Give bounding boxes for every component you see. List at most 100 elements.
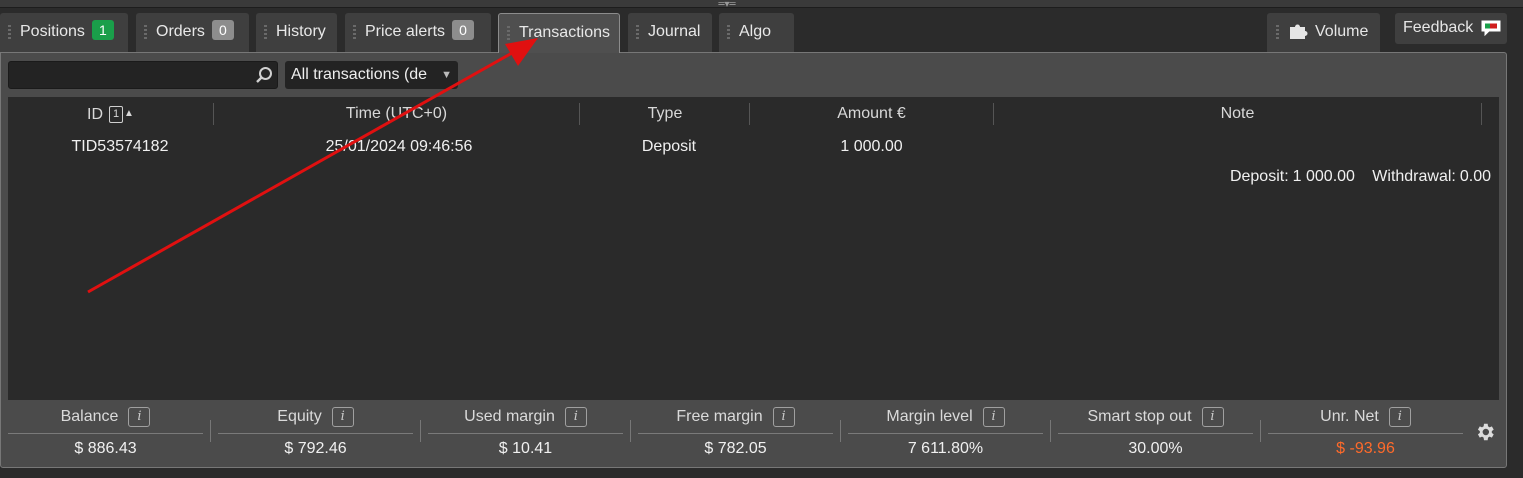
stat-divider [1268, 433, 1463, 434]
stat-divider [638, 433, 833, 434]
stat-separator [420, 420, 421, 442]
stat-label: Balance [60, 408, 119, 425]
price-alerts-count-badge: 0 [452, 20, 475, 40]
column-header-time[interactable]: Time (UTC+0) [214, 97, 579, 131]
drag-grip-icon [636, 25, 639, 41]
sort-ascending-icon: ▲ [124, 108, 134, 119]
positions-count-badge: 1 [91, 20, 114, 40]
cell-type[interactable]: Deposit [580, 136, 758, 158]
drag-grip-icon [264, 25, 267, 41]
stat-smart-stop-out: Smart stop out i 30.00% [1058, 403, 1253, 461]
tab-transactions[interactable]: Transactions [498, 13, 620, 53]
puzzle-icon [1290, 24, 1308, 39]
gear-icon[interactable] [1474, 421, 1496, 443]
tab-label: Journal [648, 23, 701, 40]
stat-separator [1260, 420, 1261, 442]
info-icon[interactable]: i [772, 407, 795, 427]
search-input[interactable] [9, 62, 249, 88]
cell-id[interactable]: TID53574182 [8, 136, 232, 158]
stat-unrealized-net: Unr. Net i $ -93.96 [1268, 403, 1463, 461]
column-header-id[interactable]: ID 1 ▲ [8, 97, 213, 131]
splitter-handle-icon[interactable]: ═▾═ [705, 0, 749, 10]
cell-time[interactable]: 25/01/2024 09:46:56 [214, 136, 584, 158]
stat-divider [218, 433, 413, 434]
stat-value: $ 782.05 [704, 440, 767, 457]
stat-separator [210, 420, 211, 442]
feedback-label: Feedback [1403, 19, 1474, 36]
stat-divider [8, 433, 203, 434]
tab-label: Orders [156, 23, 205, 40]
cell-note[interactable] [994, 136, 1481, 158]
tab-volume[interactable]: Volume [1267, 13, 1380, 52]
column-header-note[interactable]: Note [994, 97, 1481, 131]
drag-grip-icon [353, 25, 356, 41]
deposit-label: Deposit: [1229, 168, 1289, 185]
stat-value: $ -93.96 [1336, 440, 1395, 457]
cell-amount[interactable]: 1 000.00 [750, 136, 993, 158]
drag-grip-icon [8, 25, 11, 41]
info-icon[interactable]: i [128, 407, 151, 427]
drag-grip-icon [507, 26, 510, 42]
info-icon[interactable]: i [1201, 407, 1224, 427]
stat-value: $ 792.46 [284, 440, 347, 457]
stat-divider [428, 433, 623, 434]
sort-order-badge: 1 [109, 106, 124, 123]
header-label: ID [87, 106, 104, 123]
search-icon[interactable] [255, 66, 273, 84]
transactions-summary: Deposit: 1 000.00 Withdrawal: 0.00 [1226, 168, 1491, 186]
orders-count-badge: 0 [211, 20, 234, 40]
info-icon[interactable]: i [564, 407, 587, 427]
stat-value: $ 886.43 [74, 440, 137, 457]
tab-journal[interactable]: Journal [628, 13, 712, 52]
stat-separator [1050, 420, 1051, 442]
deposit-total: 1 000.00 [1292, 168, 1355, 185]
info-icon[interactable]: i [331, 407, 354, 427]
stat-divider [848, 433, 1043, 434]
tab-history[interactable]: History [256, 13, 337, 52]
stat-value: $ 10.41 [498, 440, 553, 457]
stat-balance: Balance i $ 886.43 [8, 403, 203, 461]
drag-grip-icon [727, 25, 730, 41]
stat-label: Equity [277, 408, 322, 425]
tab-label: Positions [20, 23, 85, 40]
tab-positions[interactable]: Positions 1 [0, 13, 128, 52]
withdrawal-total: 0.00 [1459, 168, 1491, 185]
tab-label: Algo [739, 23, 772, 40]
withdrawal-label: Withdrawal: [1372, 168, 1456, 185]
panel-splitter[interactable] [0, 0, 1523, 8]
transactions-table: ID 1 ▲ Time (UTC+0) Type Amount € Note TID… [8, 97, 1499, 400]
volume-label: Volume [1315, 23, 1369, 40]
stat-separator [840, 420, 841, 442]
search-box[interactable] [8, 61, 278, 89]
info-icon[interactable]: i [982, 407, 1005, 427]
stat-divider [1058, 433, 1253, 434]
stat-free-margin: Free margin i $ 782.05 [638, 403, 833, 461]
column-header-amount[interactable]: Amount € [750, 97, 993, 131]
tab-orders[interactable]: Orders 0 [136, 13, 249, 52]
stat-label: Margin level [886, 408, 973, 425]
transaction-type-select[interactable]: All transactions (de ▼ [285, 61, 458, 89]
stat-label: Free margin [676, 408, 763, 425]
feedback-speech-bubble-icon [1481, 20, 1501, 36]
column-divider[interactable] [1481, 103, 1482, 125]
tab-label: History [276, 23, 326, 40]
stat-label: Unr. Net [1320, 408, 1379, 425]
stat-used-margin: Used margin i $ 10.41 [428, 403, 623, 461]
info-icon[interactable]: i [1388, 407, 1411, 427]
tab-price-alerts[interactable]: Price alerts 0 [345, 13, 491, 52]
feedback-button[interactable]: Feedback [1395, 13, 1507, 44]
stat-equity: Equity i $ 792.46 [218, 403, 413, 461]
drag-grip-icon [144, 25, 147, 41]
tab-label: Price alerts [365, 23, 446, 40]
stat-margin-level: Margin level i 7 611.80% [848, 403, 1043, 461]
select-value: All transactions (de [291, 66, 428, 83]
column-header-type[interactable]: Type [580, 97, 750, 131]
tab-label: Transactions [519, 24, 610, 41]
drag-grip-icon [1276, 25, 1279, 41]
stat-label: Smart stop out [1087, 408, 1192, 425]
stat-separator [630, 420, 631, 442]
stat-value: 7 611.80% [907, 440, 984, 457]
tab-algo[interactable]: Algo [719, 13, 794, 52]
chevron-down-icon: ▼ [437, 61, 452, 89]
stat-label: Used margin [464, 408, 555, 425]
